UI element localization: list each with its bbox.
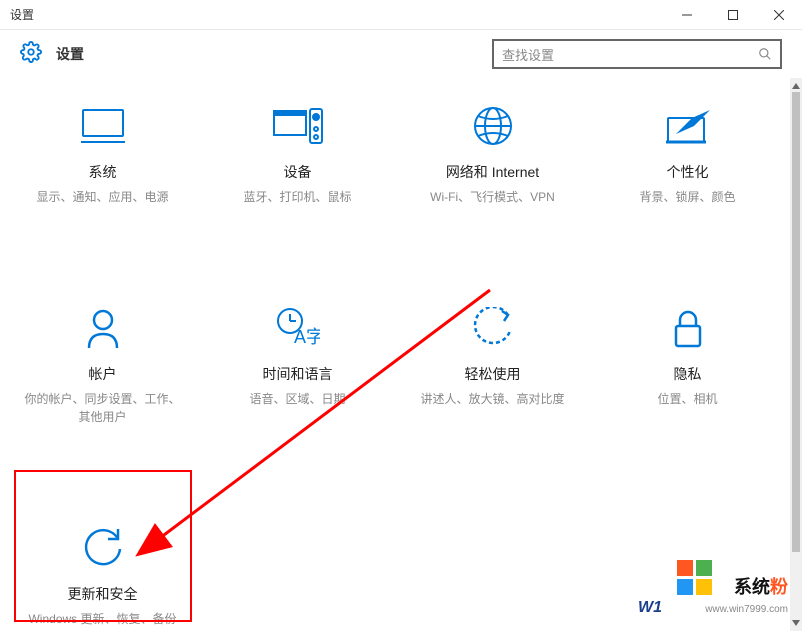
tile-title: 隐私 <box>605 364 770 384</box>
tile-desc: 蓝牙、打印机、鼠标 <box>215 188 380 206</box>
update-icon <box>20 524 185 572</box>
window-controls <box>664 0 802 29</box>
tile-title: 时间和语言 <box>215 364 380 384</box>
privacy-icon <box>605 304 770 352</box>
search-input[interactable]: 查找设置 <box>492 39 782 69</box>
tile-title: 轻松使用 <box>410 364 575 384</box>
tile-network[interactable]: 网络和 Internet Wi-Fi、飞行模式、VPN <box>400 98 585 210</box>
watermark-url: www.win7999.com <box>705 604 788 615</box>
personalization-icon <box>605 102 770 150</box>
search-icon <box>758 47 772 61</box>
content-area: 系统 显示、通知、应用、电源 设备 蓝牙、打印机、鼠标 <box>0 78 790 631</box>
account-icon <box>20 304 185 352</box>
svg-text:A字: A字 <box>294 327 320 347</box>
tile-privacy[interactable]: 隐私 位置、相机 <box>595 300 780 430</box>
minimize-button[interactable] <box>664 0 710 29</box>
tile-desc: 位置、相机 <box>605 390 770 408</box>
scroll-thumb[interactable] <box>792 92 800 552</box>
tile-title: 个性化 <box>605 162 770 182</box>
tile-personalization[interactable]: 个性化 背景、锁屏、颜色 <box>595 98 780 210</box>
time-language-icon: A字 <box>215 304 380 352</box>
network-icon <box>410 102 575 150</box>
watermark-brand: 系统粉 <box>734 573 788 599</box>
close-button[interactable] <box>756 0 802 29</box>
settings-grid: 系统 显示、通知、应用、电源 设备 蓝牙、打印机、鼠标 <box>10 98 780 631</box>
watermark-logo <box>677 560 712 595</box>
gear-icon <box>20 41 42 68</box>
maximize-button[interactable] <box>710 0 756 29</box>
tile-desc: Windows 更新、恢复、备份 <box>20 610 185 628</box>
watermark-partial: W1 <box>638 599 662 617</box>
tile-title: 网络和 Internet <box>410 162 575 182</box>
search-placeholder: 查找设置 <box>502 45 758 64</box>
window-title: 设置 <box>10 6 34 23</box>
tile-accounts[interactable]: 帐户 你的帐户、同步设置、工作、其他用户 <box>10 300 195 430</box>
tile-title: 系统 <box>20 162 185 182</box>
ease-icon <box>410 304 575 352</box>
system-icon <box>20 102 185 150</box>
page-title: 设置 <box>56 44 84 64</box>
tile-desc: 显示、通知、应用、电源 <box>20 188 185 206</box>
tile-update-security[interactable]: 更新和安全 Windows 更新、恢复、备份 <box>10 520 195 631</box>
tile-desc: 背景、锁屏、颜色 <box>605 188 770 206</box>
titlebar: 设置 <box>0 0 802 30</box>
tile-time-language[interactable]: A字 时间和语言 语音、区域、日期 <box>205 300 390 430</box>
tile-devices[interactable]: 设备 蓝牙、打印机、鼠标 <box>205 98 390 210</box>
settings-window: 设置 设置 查找设置 <box>0 0 802 631</box>
tile-system[interactable]: 系统 显示、通知、应用、电源 <box>10 98 195 210</box>
scrollbar[interactable] <box>790 78 802 631</box>
tile-desc: 语音、区域、日期 <box>215 390 380 408</box>
tile-desc: 你的帐户、同步设置、工作、其他用户 <box>20 390 185 426</box>
tile-desc: 讲述人、放大镜、高对比度 <box>410 390 575 408</box>
tile-ease-of-access[interactable]: 轻松使用 讲述人、放大镜、高对比度 <box>400 300 585 430</box>
devices-icon <box>215 102 380 150</box>
header: 设置 查找设置 <box>0 30 802 78</box>
tile-title: 更新和安全 <box>20 584 185 604</box>
tile-desc: Wi-Fi、飞行模式、VPN <box>410 188 575 206</box>
tile-title: 设备 <box>215 162 380 182</box>
tile-title: 帐户 <box>20 364 185 384</box>
